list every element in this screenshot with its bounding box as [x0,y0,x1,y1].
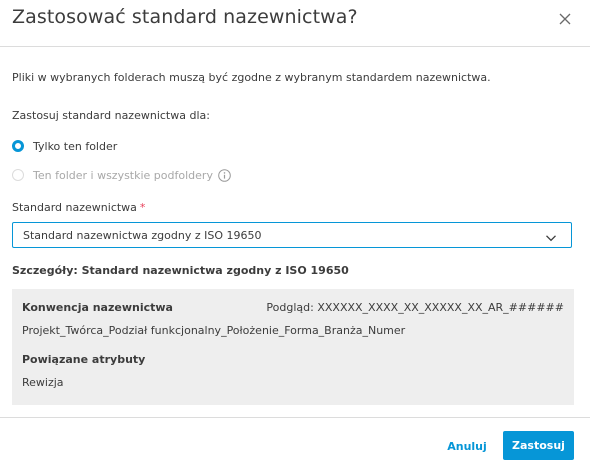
close-icon [559,13,571,25]
dialog-header: Zastosować standard nazewnictwa? [0,0,590,47]
chevron-down-icon [545,229,557,248]
convention-title: Konwencja nazewnictwa [22,301,173,314]
radio-this-folder[interactable]: Tylko ten folder [12,138,117,154]
radio-this-folder-label: Tylko ten folder [33,139,118,153]
apply-button[interactable]: Zastosuj [503,431,574,460]
preview-text: Podgląd: XXXXXX_XXXX_XX_XXXXX_XX_AR_####… [266,301,564,314]
radio-folder-and-subfolders-label: Ten folder i wszystkie podfoldery [33,168,213,182]
apply-for-label: Zastosuj standard nazewnictwa dla: [12,109,210,122]
info-icon[interactable] [218,168,231,182]
radio-folder-and-subfolders: Ten folder i wszystkie podfoldery [12,167,231,183]
naming-standard-dialog: Zastosować standard nazewnictwa? Pliki w… [0,0,590,471]
cancel-button[interactable]: Anuluj [441,432,493,460]
attributes-title: Powiązane atrybuty [22,353,146,366]
standard-select[interactable]: Standard nazewnictwa zgodny z ISO 19650 [12,222,572,248]
radio-selected-indicator[interactable] [12,140,24,152]
close-button[interactable] [556,10,574,28]
convention-pattern: Projekt_Twórca_Podział funkcjonalny_Poło… [22,324,406,337]
attribute-item: Rewizja [22,376,64,389]
required-marker: * [139,201,146,214]
standard-label-text: Standard nazewnictwa [12,201,137,214]
details-panel: Konwencja nazewnictwa Podgląd: XXXXXX_XX… [12,289,574,405]
dialog-title: Zastosować standard nazewnictwa? [12,6,358,28]
radio-unselected-indicator [12,169,24,181]
footer-divider [0,417,590,418]
standard-field-label: Standard nazewnictwa * [12,201,145,214]
dialog-description: Pliki w wybranych folderach muszą być zg… [12,71,491,84]
standard-select-value: Standard nazewnictwa zgodny z ISO 19650 [23,229,262,242]
details-title: Szczegóły: Standard nazewnictwa zgodny z… [12,264,349,277]
